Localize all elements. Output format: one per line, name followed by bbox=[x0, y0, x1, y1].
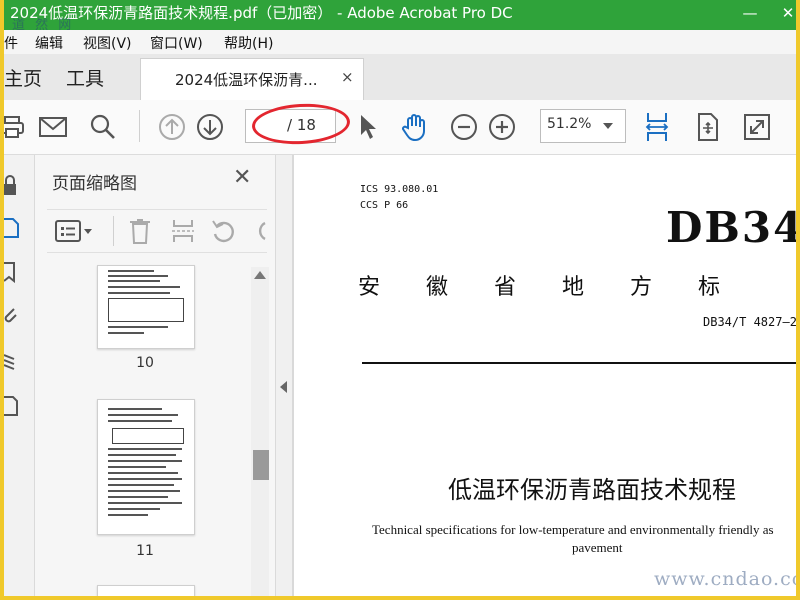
print-icon[interactable] bbox=[0, 110, 30, 144]
menu-bar: 件 编辑 视图(V) 窗口(W) 帮助(H) bbox=[4, 30, 800, 54]
english-title-line2: pavement bbox=[572, 540, 623, 555]
standard-number: DB34/T 4827—2 bbox=[703, 315, 797, 329]
frame-border-left bbox=[0, 0, 4, 600]
rotate-ccw-icon[interactable] bbox=[211, 218, 237, 248]
db-code: DB34 bbox=[666, 203, 800, 252]
insert-page-icon[interactable] bbox=[171, 218, 195, 248]
rotate-cw-icon[interactable] bbox=[251, 218, 267, 248]
thumbnail-page-11[interactable] bbox=[97, 399, 195, 535]
delete-page-icon[interactable] bbox=[129, 218, 151, 248]
menu-window[interactable]: 窗口(W) bbox=[150, 33, 203, 53]
thumbnail-list: 10 11 bbox=[35, 253, 251, 600]
panel-collapse-strip[interactable] bbox=[276, 155, 292, 600]
previous-page-icon[interactable] bbox=[155, 110, 189, 144]
window-title: 2024低温环保沥青路面技术规程.pdf（已加密） - Adobe Acroba… bbox=[10, 4, 513, 22]
hand-tool-icon[interactable] bbox=[398, 110, 432, 144]
email-icon[interactable] bbox=[36, 110, 70, 144]
left-navigation-bar bbox=[3, 155, 35, 600]
menu-help[interactable]: 帮助(H) bbox=[224, 33, 273, 53]
tab-tools[interactable]: 工具 bbox=[66, 64, 104, 91]
close-tab-icon[interactable]: × bbox=[341, 68, 354, 86]
chinese-title: 低温环保沥青路面技术规程 bbox=[448, 476, 736, 504]
menu-file[interactable]: 件 bbox=[4, 33, 18, 53]
zoom-out-icon[interactable] bbox=[447, 110, 481, 144]
toolbar-separator bbox=[139, 110, 140, 142]
thumbnails-panel: 页面缩略图 ✕ 10 11 bbox=[35, 155, 276, 600]
thumbnail-table bbox=[112, 428, 184, 444]
minimize-button[interactable]: — bbox=[738, 0, 762, 26]
menu-edit[interactable]: 编辑 bbox=[35, 33, 63, 53]
scroll-up-icon[interactable] bbox=[254, 271, 266, 279]
close-panel-icon[interactable]: ✕ bbox=[233, 165, 251, 190]
tab-home[interactable]: 主页 bbox=[4, 64, 42, 91]
zoom-select[interactable]: 51.2% bbox=[540, 109, 626, 143]
document-icon[interactable] bbox=[4, 395, 20, 417]
select-cursor-icon[interactable] bbox=[351, 110, 385, 144]
ccs-code: CCS P 66 bbox=[360, 200, 409, 211]
tab-bar: 主页 工具 2024低温环保沥青... × bbox=[4, 54, 800, 101]
document-view[interactable]: ICS 93.080.01 CCS P 66 DB34 安徽省地方标 DB34/… bbox=[292, 155, 800, 600]
ics-code: ICS 93.080.01 bbox=[360, 184, 439, 195]
thumbnail-scrollbar[interactable] bbox=[251, 267, 269, 600]
options-menu-icon[interactable] bbox=[55, 220, 95, 246]
title-bar: 2024低温环保沥青路面技术规程.pdf（已加密） - Adobe Acroba… bbox=[0, 0, 800, 30]
pdf-page: ICS 93.080.01 CCS P 66 DB34 安徽省地方标 DB34/… bbox=[294, 155, 800, 600]
watermark-bottom: www.cndao.com bbox=[654, 568, 800, 590]
thumbnail-label: 11 bbox=[136, 543, 154, 559]
ics-ccs-codes: ICS 93.080.01 CCS P 66 bbox=[360, 182, 438, 214]
menu-view[interactable]: 视图(V) bbox=[83, 33, 132, 53]
document-tab-label: 2024低温环保沥青... bbox=[175, 71, 318, 89]
bookmark-icon[interactable] bbox=[3, 261, 20, 284]
toolbar: / 18 51.2% bbox=[0, 100, 800, 155]
panel-toolbar bbox=[47, 209, 267, 253]
layers-icon[interactable] bbox=[3, 349, 20, 371]
zoom-in-icon[interactable] bbox=[485, 110, 519, 144]
fullscreen-icon[interactable] bbox=[740, 110, 774, 144]
frame-border-bottom bbox=[0, 596, 800, 600]
header-rule bbox=[362, 362, 800, 364]
close-window-button[interactable]: ✕ bbox=[778, 0, 798, 26]
collapse-arrow-icon bbox=[280, 381, 287, 393]
fit-width-icon[interactable] bbox=[640, 110, 674, 144]
panel-title: 页面缩略图 bbox=[52, 174, 137, 194]
lock-icon[interactable] bbox=[4, 175, 20, 197]
zoom-value: 51.2% bbox=[547, 116, 592, 132]
attachment-icon[interactable] bbox=[4, 305, 20, 327]
search-icon[interactable] bbox=[86, 110, 120, 144]
thumbnail-table bbox=[108, 298, 184, 322]
thumbnail-page-10[interactable] bbox=[97, 265, 195, 349]
page-thumbnails-icon[interactable] bbox=[4, 217, 20, 239]
panel-separator bbox=[113, 216, 114, 246]
standard-category: 安徽省地方标 bbox=[358, 275, 767, 300]
rotate-view-icon[interactable] bbox=[690, 110, 724, 144]
tab-document[interactable]: 2024低温环保沥青... × bbox=[140, 58, 364, 101]
frame-border-right bbox=[796, 0, 800, 600]
chevron-down-icon bbox=[603, 123, 613, 129]
thumbnail-label: 10 bbox=[136, 355, 154, 371]
scroll-thumb[interactable] bbox=[253, 450, 269, 480]
next-page-icon[interactable] bbox=[193, 110, 227, 144]
english-title-line1: Technical specifications for low-tempera… bbox=[372, 522, 774, 537]
